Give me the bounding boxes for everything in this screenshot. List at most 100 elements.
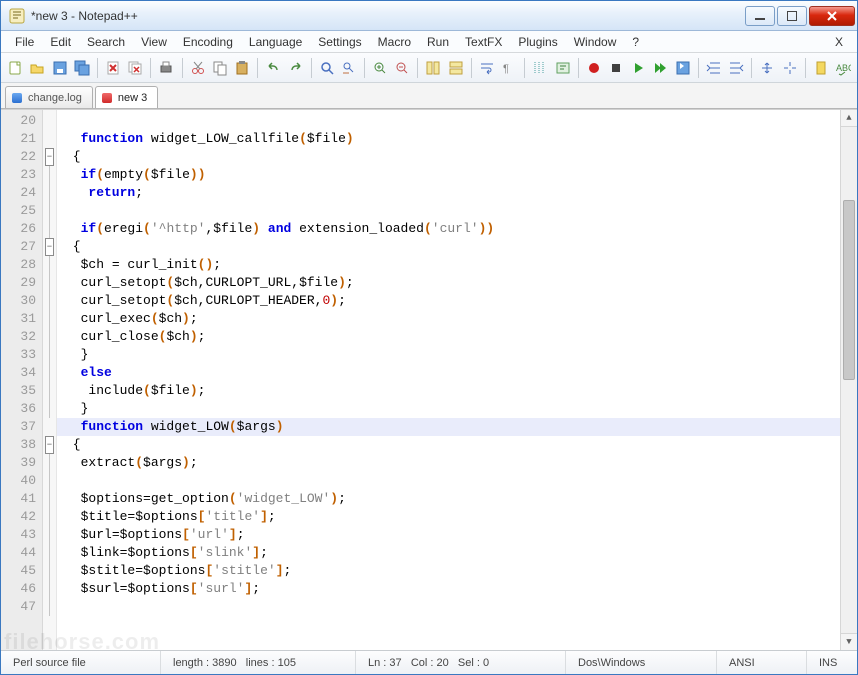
- code-content[interactable]: function widget_LOW_callfile($file) { if…: [57, 110, 840, 650]
- code-line[interactable]: $surl=$options['surl'];: [65, 580, 840, 598]
- toolbar-separator: [417, 58, 418, 78]
- play-multi-icon[interactable]: [650, 57, 670, 79]
- close-window-button[interactable]: [809, 6, 855, 26]
- fold-guide: [49, 580, 50, 598]
- stop-icon[interactable]: [606, 57, 626, 79]
- paste-icon[interactable]: [232, 57, 252, 79]
- menu-search[interactable]: Search: [79, 33, 133, 51]
- menu-encoding[interactable]: Encoding: [175, 33, 241, 51]
- code-line[interactable]: }: [65, 400, 840, 418]
- lang-icon[interactable]: [552, 57, 572, 79]
- code-line[interactable]: curl_exec($ch);: [65, 310, 840, 328]
- menu-language[interactable]: Language: [241, 33, 310, 51]
- zoom-out-icon[interactable]: [392, 57, 412, 79]
- whitespace-icon[interactable]: ¶: [499, 57, 519, 79]
- code-line[interactable]: }: [65, 346, 840, 364]
- toolbar-separator: [751, 58, 752, 78]
- code-line[interactable]: if(eregi('^http',$file) and extension_lo…: [65, 220, 840, 238]
- code-line[interactable]: include($file);: [65, 382, 840, 400]
- minimize-button[interactable]: [745, 6, 775, 26]
- scroll-down-arrow-icon[interactable]: ▼: [841, 633, 857, 650]
- fold-guide: [49, 526, 50, 544]
- status-cursor: Ln : 37 Col : 20 Sel : 0: [356, 651, 566, 674]
- find-icon[interactable]: [317, 57, 337, 79]
- wrap-icon[interactable]: [477, 57, 497, 79]
- code-line[interactable]: $stitle=$options['stitle'];: [65, 562, 840, 580]
- sync-v-icon[interactable]: [423, 57, 443, 79]
- fold-guide: [49, 166, 50, 184]
- bookmark-icon[interactable]: [811, 57, 831, 79]
- indent-guide-icon[interactable]: [530, 57, 550, 79]
- maximize-button[interactable]: [777, 6, 807, 26]
- print-icon[interactable]: [156, 57, 176, 79]
- code-line[interactable]: curl_setopt($ch,CURLOPT_URL,$file);: [65, 274, 840, 292]
- indent-icon[interactable]: [726, 57, 746, 79]
- save-icon[interactable]: [50, 57, 70, 79]
- code-line[interactable]: {: [65, 148, 840, 166]
- menu-view[interactable]: View: [133, 33, 175, 51]
- menu-edit[interactable]: Edit: [42, 33, 79, 51]
- tab-change-log[interactable]: change.log: [5, 86, 93, 108]
- menu-file[interactable]: File: [7, 33, 42, 51]
- code-line[interactable]: $title=$options['title'];: [65, 508, 840, 526]
- status-ln: Ln : 37: [368, 657, 402, 669]
- code-line[interactable]: if(empty($file)): [65, 166, 840, 184]
- code-line[interactable]: return;: [65, 184, 840, 202]
- play-icon[interactable]: [628, 57, 648, 79]
- open-file-icon[interactable]: [27, 57, 47, 79]
- spellcheck-icon[interactable]: ABC: [833, 57, 853, 79]
- save-all-icon[interactable]: [72, 57, 92, 79]
- code-line[interactable]: $url=$options['url'];: [65, 526, 840, 544]
- fold-column[interactable]: − − −: [43, 110, 57, 650]
- code-line[interactable]: function widget_LOW_callfile($file): [65, 130, 840, 148]
- outdent-icon[interactable]: [704, 57, 724, 79]
- code-line[interactable]: function widget_LOW($args): [57, 418, 840, 436]
- menu-textfx[interactable]: TextFX: [457, 33, 510, 51]
- menu-settings[interactable]: Settings: [310, 33, 369, 51]
- scroll-thumb[interactable]: [843, 200, 855, 380]
- menu-window[interactable]: Window: [566, 33, 625, 51]
- undo-icon[interactable]: [263, 57, 283, 79]
- close-all-icon[interactable]: [125, 57, 145, 79]
- code-editor[interactable]: 2021222324252627282930313233343536373839…: [1, 110, 857, 650]
- code-line[interactable]: curl_close($ch);: [65, 328, 840, 346]
- replace-icon[interactable]: [339, 57, 359, 79]
- vertical-scrollbar[interactable]: ▲ ▼: [840, 110, 857, 650]
- code-line[interactable]: [65, 202, 840, 220]
- code-line[interactable]: $options=get_option('widget_LOW');: [65, 490, 840, 508]
- menu-close-doc[interactable]: X: [827, 33, 851, 51]
- zoom-in-icon[interactable]: [370, 57, 390, 79]
- menu-macro[interactable]: Macro: [370, 33, 419, 51]
- code-line[interactable]: $link=$options['slink'];: [65, 544, 840, 562]
- code-line[interactable]: [65, 598, 840, 616]
- tab-new--3[interactable]: new 3: [95, 86, 158, 108]
- code-line[interactable]: extract($args);: [65, 454, 840, 472]
- code-line[interactable]: [65, 472, 840, 490]
- record-icon[interactable]: [584, 57, 604, 79]
- menu-[interactable]: ?: [624, 33, 647, 51]
- sync-h-icon[interactable]: [446, 57, 466, 79]
- collapse-icon[interactable]: [757, 57, 777, 79]
- window-buttons: [743, 6, 855, 26]
- menu-run[interactable]: Run: [419, 33, 457, 51]
- fold-toggle-icon[interactable]: −: [45, 148, 54, 166]
- copy-icon[interactable]: [210, 57, 230, 79]
- code-line[interactable]: curl_setopt($ch,CURLOPT_HEADER,0);: [65, 292, 840, 310]
- code-line[interactable]: $ch = curl_init();: [65, 256, 840, 274]
- close-icon[interactable]: [103, 57, 123, 79]
- fold-toggle-icon[interactable]: −: [45, 436, 54, 454]
- scroll-up-arrow-icon[interactable]: ▲: [841, 110, 857, 127]
- code-line[interactable]: [65, 112, 840, 130]
- new-file-icon[interactable]: [5, 57, 25, 79]
- svg-text:ABC: ABC: [836, 63, 851, 73]
- toolbar-separator: [311, 58, 312, 78]
- code-line[interactable]: {: [65, 238, 840, 256]
- menu-plugins[interactable]: Plugins: [510, 33, 565, 51]
- save-macro-icon[interactable]: [673, 57, 693, 79]
- redo-icon[interactable]: [285, 57, 305, 79]
- code-line[interactable]: {: [65, 436, 840, 454]
- cut-icon[interactable]: [187, 57, 207, 79]
- expand-icon[interactable]: [779, 57, 799, 79]
- fold-toggle-icon[interactable]: −: [45, 238, 54, 256]
- code-line[interactable]: else: [65, 364, 840, 382]
